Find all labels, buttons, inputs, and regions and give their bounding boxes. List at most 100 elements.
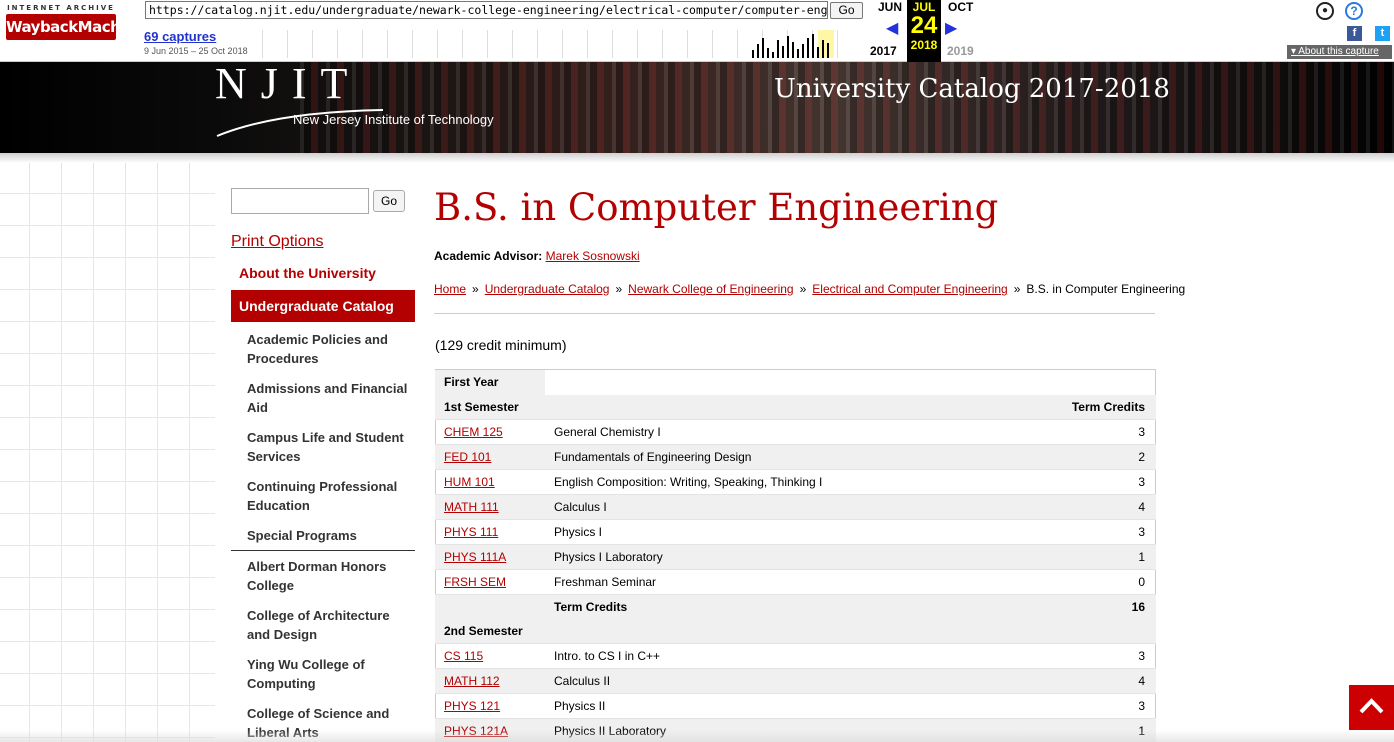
sidebar-item-campus-life[interactable]: Campus Life and Student Services (247, 428, 415, 466)
course-link[interactable]: FED 101 (444, 445, 491, 469)
breadcrumb-undergraduate-catalog[interactable]: Undergraduate Catalog (485, 282, 610, 296)
table-row: MATH 112 Calculus II 4 (435, 669, 1156, 694)
course-credits: 4 (1138, 674, 1145, 688)
twitter-icon[interactable]: t (1375, 26, 1390, 41)
search-input[interactable] (231, 188, 369, 214)
grid-backdrop (0, 163, 215, 742)
year-header: First Year (435, 370, 545, 395)
sparkline-bar (822, 40, 824, 58)
help-icon[interactable]: ? (1345, 2, 1363, 20)
year-label: First Year (444, 375, 499, 389)
course-link[interactable]: PHYS 111A (444, 545, 506, 569)
sparkline-cell (662, 30, 663, 58)
capture-sparkline[interactable] (262, 30, 838, 58)
sparkline-bar (752, 50, 754, 58)
sidebar-item-architecture[interactable]: College of Architecture and Design (247, 606, 415, 644)
sparkline-cell (312, 30, 313, 58)
sidebar-item-continuing-education[interactable]: Continuing Professional Education (247, 477, 415, 515)
about-capture-link[interactable]: ▾ About this capture (1287, 45, 1392, 59)
course-title: Physics I Laboratory (554, 550, 663, 564)
sparkline-cell (512, 30, 513, 58)
course-credits: 3 (1138, 699, 1145, 713)
course-link[interactable]: MATH 111 (444, 495, 499, 519)
facebook-icon[interactable]: f (1347, 26, 1362, 41)
course-credits: 4 (1138, 500, 1145, 514)
course-link[interactable]: PHYS 111 (444, 520, 498, 544)
sidebar-item-special-programs[interactable]: Special Programs (247, 526, 415, 545)
breadcrumb-home[interactable]: Home (434, 282, 466, 296)
sparkline-bar (802, 44, 804, 58)
chevron-up-icon (1359, 698, 1384, 714)
captures-range: 9 Jun 2015 – 25 Oct 2018 (144, 46, 248, 56)
sparkline-bar (772, 52, 774, 58)
course-link[interactable]: CS 115 (444, 644, 483, 668)
prev-year-link[interactable]: 2017 (870, 44, 897, 58)
sparkline-cell (362, 30, 363, 58)
course-link[interactable]: HUM 101 (444, 470, 495, 494)
wayback-logo-top: INTERNET ARCHIVE (7, 4, 115, 12)
advisor-label: Academic Advisor: (434, 249, 543, 263)
njit-logo-subtitle: New Jersey Institute of Technology (293, 112, 494, 127)
header-shadow (0, 153, 1394, 163)
course-credits: 3 (1138, 525, 1145, 539)
wayback-toolbar: INTERNET ARCHIVE WaybackMachine https://… (0, 0, 1394, 62)
table-row: PHYS 111 Physics I 3 (435, 520, 1156, 545)
sidebar-item-undergraduate-catalog[interactable]: Undergraduate Catalog (231, 290, 415, 322)
breadcrumb-ece[interactable]: Electrical and Computer Engineering (812, 282, 1007, 296)
course-link[interactable]: CHEM 125 (444, 420, 503, 444)
table-row: PHYS 111A Physics I Laboratory 1 (435, 545, 1156, 570)
course-title: Calculus II (554, 674, 611, 688)
user-icon[interactable]: ● (1316, 2, 1334, 20)
breadcrumb-sep: » (1013, 282, 1021, 296)
prev-capture-arrow-icon[interactable]: ◀ (886, 18, 898, 38)
course-link[interactable]: PHYS 121 (444, 694, 500, 718)
sparkline-cell (437, 30, 438, 58)
course-title: Freshman Seminar (554, 575, 657, 589)
sparkline-bar (762, 38, 764, 58)
breadcrumb-newark-college[interactable]: Newark College of Engineering (628, 282, 793, 296)
sparkline-cell (337, 30, 338, 58)
njit-logo[interactable]: NJIT New Jersey Institute of Technology (215, 62, 494, 137)
next-month-link[interactable]: OCT (948, 0, 973, 14)
sparkline-cell (612, 30, 613, 58)
wayback-go-button[interactable]: Go (830, 2, 863, 19)
scroll-to-top-button[interactable] (1349, 685, 1394, 730)
course-credits: 3 (1138, 425, 1145, 439)
sidebar-item-honors-college[interactable]: Albert Dorman Honors College (247, 557, 415, 595)
semester-label: 1st Semester (444, 400, 519, 414)
prev-month-link[interactable]: JUN (878, 0, 902, 14)
sparkline-highlight (818, 30, 834, 58)
sparkline-bar (807, 38, 809, 58)
advisor-link[interactable]: Marek Sosnowski (546, 249, 640, 263)
wayback-url-input[interactable]: https://catalog.njit.edu/undergraduate/n… (145, 1, 828, 19)
next-capture-arrow-icon[interactable]: ▶ (945, 18, 957, 38)
njit-logo-mark: NJIT (215, 62, 362, 108)
sparkline-cell (737, 30, 738, 58)
term-total-label: Term Credits (554, 600, 628, 614)
sidebar-item-about[interactable]: About the University (239, 265, 376, 281)
sidebar-item-computing[interactable]: Ying Wu College of Computing (247, 655, 415, 693)
course-title: Intro. to CS I in C++ (554, 649, 661, 663)
next-year-link[interactable]: 2019 (947, 44, 974, 58)
semester-header: 2nd Semester (435, 619, 1156, 644)
sidebar-item-admissions[interactable]: Admissions and Financial Aid (247, 379, 415, 417)
sidebar-item-academic-policies[interactable]: Academic Policies and Procedures (247, 330, 415, 368)
breadcrumb-sep: » (472, 282, 479, 296)
course-credits: 1 (1138, 550, 1145, 564)
table-row: MATH 111 Calculus I 4 (435, 495, 1156, 520)
captures-link[interactable]: 69 captures (144, 29, 216, 44)
catalog-title: University Catalog 2017-2018 (774, 74, 1170, 104)
sparkline-cell (462, 30, 463, 58)
bottom-fade (0, 730, 1394, 742)
sparkline-bar (817, 47, 819, 58)
course-title: Calculus I (554, 500, 607, 514)
course-link[interactable]: MATH 112 (444, 669, 500, 693)
course-link[interactable]: FRSH SEM (444, 570, 506, 594)
breadcrumb-sep: » (615, 282, 623, 296)
search-go-button[interactable]: Go (373, 190, 405, 212)
wayback-logo[interactable]: INTERNET ARCHIVE WaybackMachine (6, 4, 145, 46)
print-options-link[interactable]: Print Options (231, 233, 323, 251)
credit-minimum: (129 credit minimum) (435, 337, 567, 353)
sparkline-cell (637, 30, 638, 58)
course-credits: 2 (1138, 450, 1145, 464)
